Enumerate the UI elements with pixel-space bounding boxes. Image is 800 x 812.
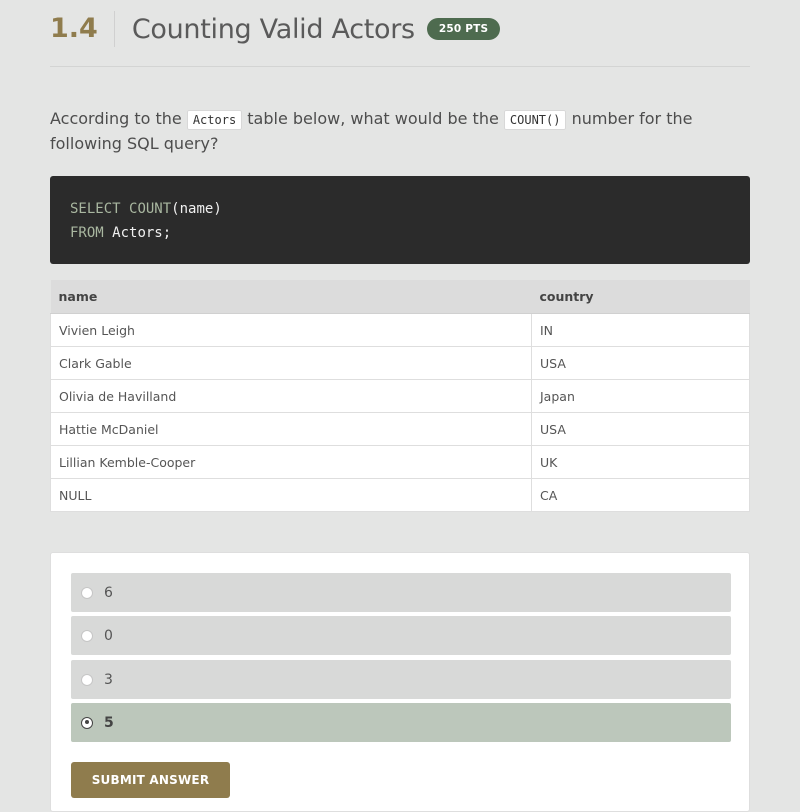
submit-answer-button[interactable]: SUBMIT ANSWER [71,762,230,798]
question-text-part: According to the [50,109,187,128]
challenge-header: 1.4 Counting Valid Actors 250 PTS [50,0,750,67]
answer-option-3[interactable]: 3 [71,660,731,699]
code-keyword: FROM [70,225,104,241]
code-function: COUNT [129,201,172,217]
cell-country: Japan [531,379,750,413]
code-line: FROM Actors; [70,221,730,245]
table-row: Hattie McDaniel USA [50,412,750,446]
radio-button-checked[interactable] [81,716,93,729]
column-header-name: name [50,280,532,314]
answer-option-6[interactable]: 6 [71,573,731,612]
answer-option-5[interactable]: 5 [71,703,731,742]
answer-card: 6 0 3 5 SUBMIT ANSWER [50,552,750,812]
table-header-row: name country [50,280,750,314]
answer-option-label: 0 [104,627,113,644]
table-row: NULL CA [50,478,750,512]
code-line: SELECT COUNT(name) [70,197,730,221]
table-row: Olivia de Havilland Japan [50,379,750,413]
answer-option-label: 3 [104,671,113,688]
question-text-part: table below, what would be the [242,109,504,128]
inline-code-table-name: Actors [186,110,243,130]
cell-country: USA [531,346,750,380]
radio-button[interactable] [81,629,93,642]
cell-country: CA [531,478,750,512]
radio-button[interactable] [81,673,93,686]
cell-name: NULL [50,478,532,512]
cell-country: IN [531,313,750,347]
cell-country: UK [531,445,750,479]
answer-option-label: 6 [104,584,113,601]
column-header-country: country [531,280,750,314]
cell-name: Clark Gable [50,346,532,380]
cell-country: USA [531,412,750,446]
sql-code-block: SELECT COUNT(name) FROM Actors; [50,176,750,264]
challenge-title: Counting Valid Actors [131,13,415,45]
answer-option-0[interactable]: 0 [71,616,731,655]
code-text: (name) [171,201,222,217]
inline-code-function: COUNT() [503,110,567,130]
cell-name: Olivia de Havilland [50,379,532,413]
radio-button[interactable] [81,586,93,599]
table-row: Vivien Leigh IN [50,313,750,347]
table-row: Clark Gable USA [50,346,750,380]
cell-name: Hattie McDaniel [50,412,532,446]
section-number: 1.4 [50,11,115,47]
code-keyword: SELECT [70,201,121,217]
answer-option-label: 5 [104,714,114,731]
table-row: Lillian Kemble-Cooper UK [50,445,750,479]
cell-name: Vivien Leigh [50,313,532,347]
question-text: According to the Actors table below, wha… [50,107,750,156]
challenge-page: 1.4 Counting Valid Actors 250 PTS Accord… [50,0,750,812]
points-badge: 250 PTS [426,18,501,40]
cell-name: Lillian Kemble-Cooper [50,445,532,479]
actors-table: name country Vivien Leigh IN Clark Gable… [50,280,750,512]
code-text: Actors; [112,225,172,241]
